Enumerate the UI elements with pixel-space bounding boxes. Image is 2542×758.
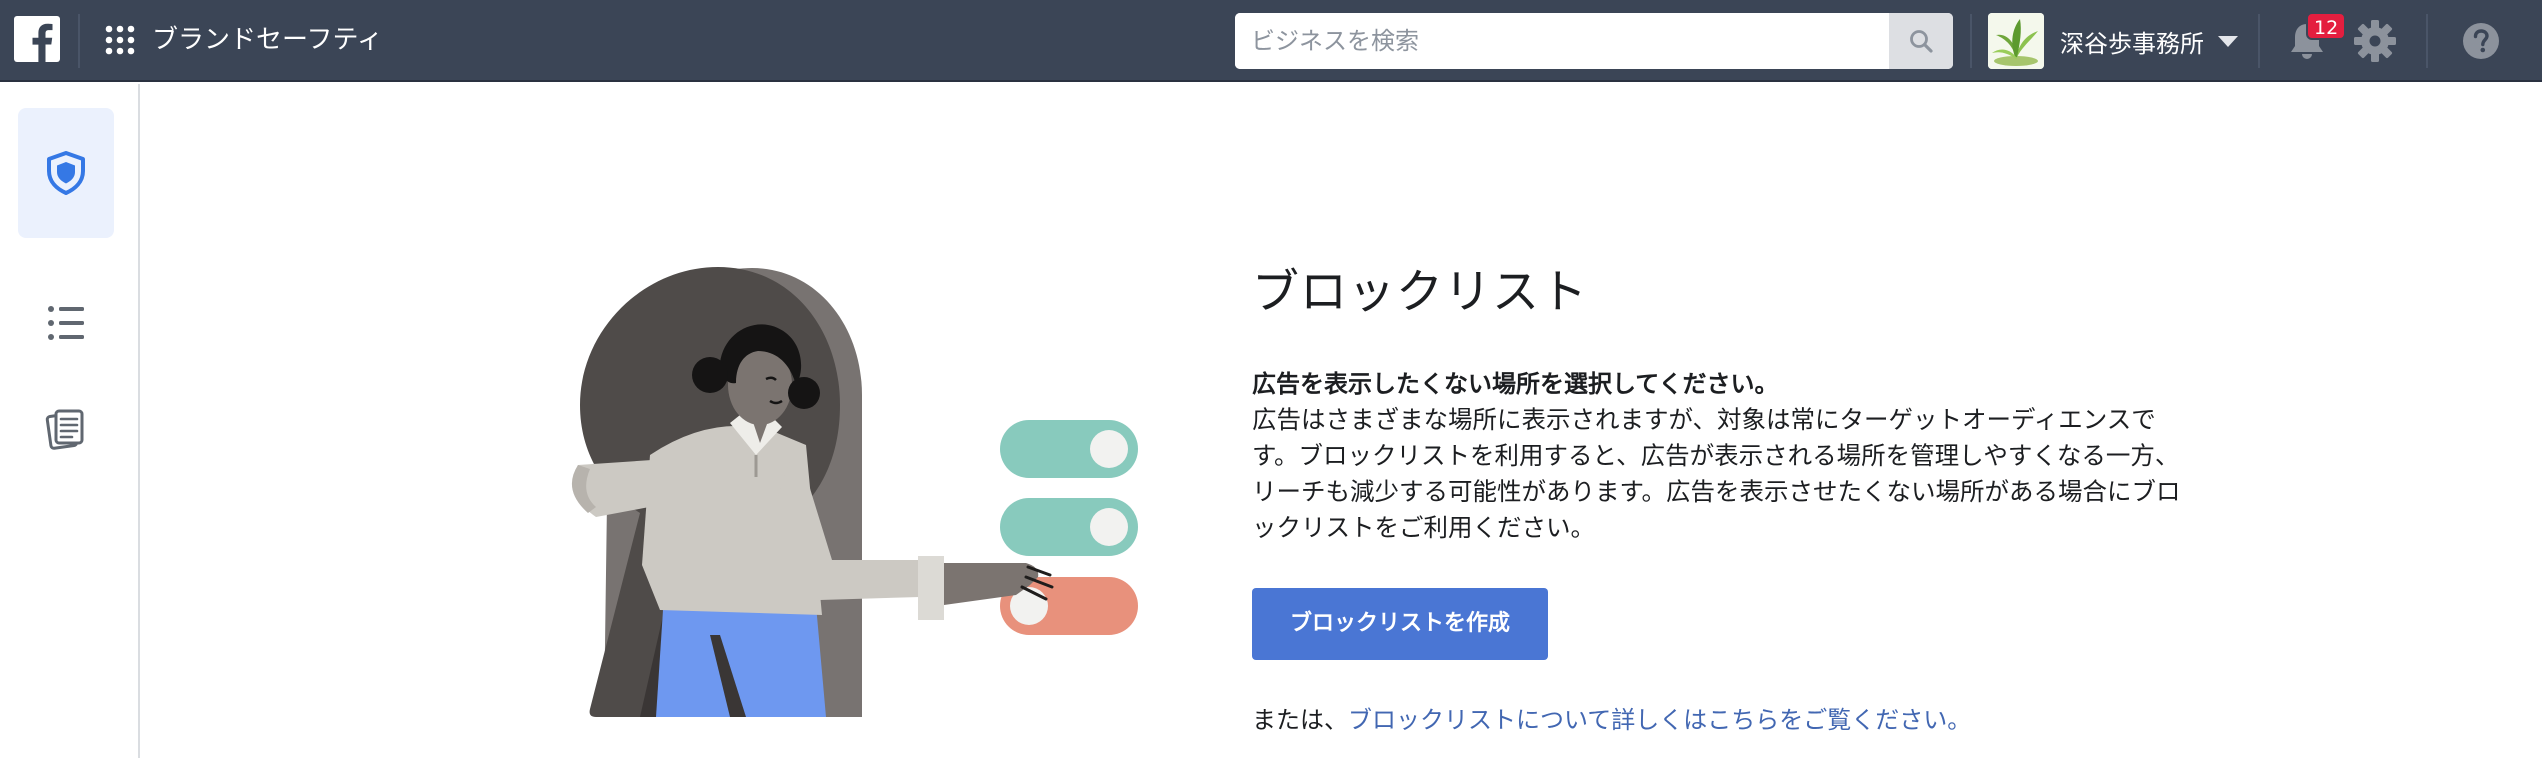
account-name: 深谷歩事務所 [2060,29,2204,58]
search-button[interactable] [1889,13,1953,69]
rail-item-reports[interactable] [18,364,114,494]
divider [2426,14,2428,68]
blocklist-illustration [571,267,1138,717]
shield-icon [47,151,85,195]
search-icon [1910,30,1933,53]
help-icon[interactable] [2462,22,2500,60]
learn-more-line: または、ブロックリストについて詳しくはこちらをご覧ください。 [1252,702,2212,738]
description: 広告はさまざまな場所に表示されますが、対象は常にターゲットオーディエンスです。ブ… [1252,405,2181,542]
left-rail [0,84,140,758]
subheading: 広告を表示したくない場所を選択してください。 [1252,370,1779,398]
search-input[interactable] [1235,13,1889,69]
chevron-down-icon [2218,35,2238,47]
apps-grid-icon[interactable] [104,24,136,56]
list-icon [48,306,84,340]
divider [78,14,80,68]
app-title[interactable]: ブランドセーフティ [152,22,383,58]
top-bar: ブランドセーフティ 深谷歩事務所 12 [0,0,2542,82]
page-title: ブロックリスト [1252,265,1588,320]
rail-item-brand-safety[interactable] [18,108,114,238]
search-box [1235,13,1953,69]
documents-icon [45,409,84,450]
divider [2258,14,2260,68]
create-blocklist-button[interactable]: ブロックリストを作成 [1252,588,1548,660]
account-switcher[interactable]: 深谷歩事務所 [1988,12,2238,70]
avatar [1988,13,2044,69]
notification-badge: 12 [2306,12,2347,40]
blocklist-intro: ブロックリスト 広告を表示したくない場所を選択してください。 広告はさまざまな場… [1252,258,2212,738]
learn-more-link[interactable]: ブロックリストについて詳しくはこちらをご覧ください。 [1348,706,1971,734]
or-prefix: または、 [1252,706,1348,734]
facebook-logo-icon[interactable] [14,16,60,62]
divider [1970,14,1972,68]
settings-gear-icon[interactable] [2352,18,2398,64]
